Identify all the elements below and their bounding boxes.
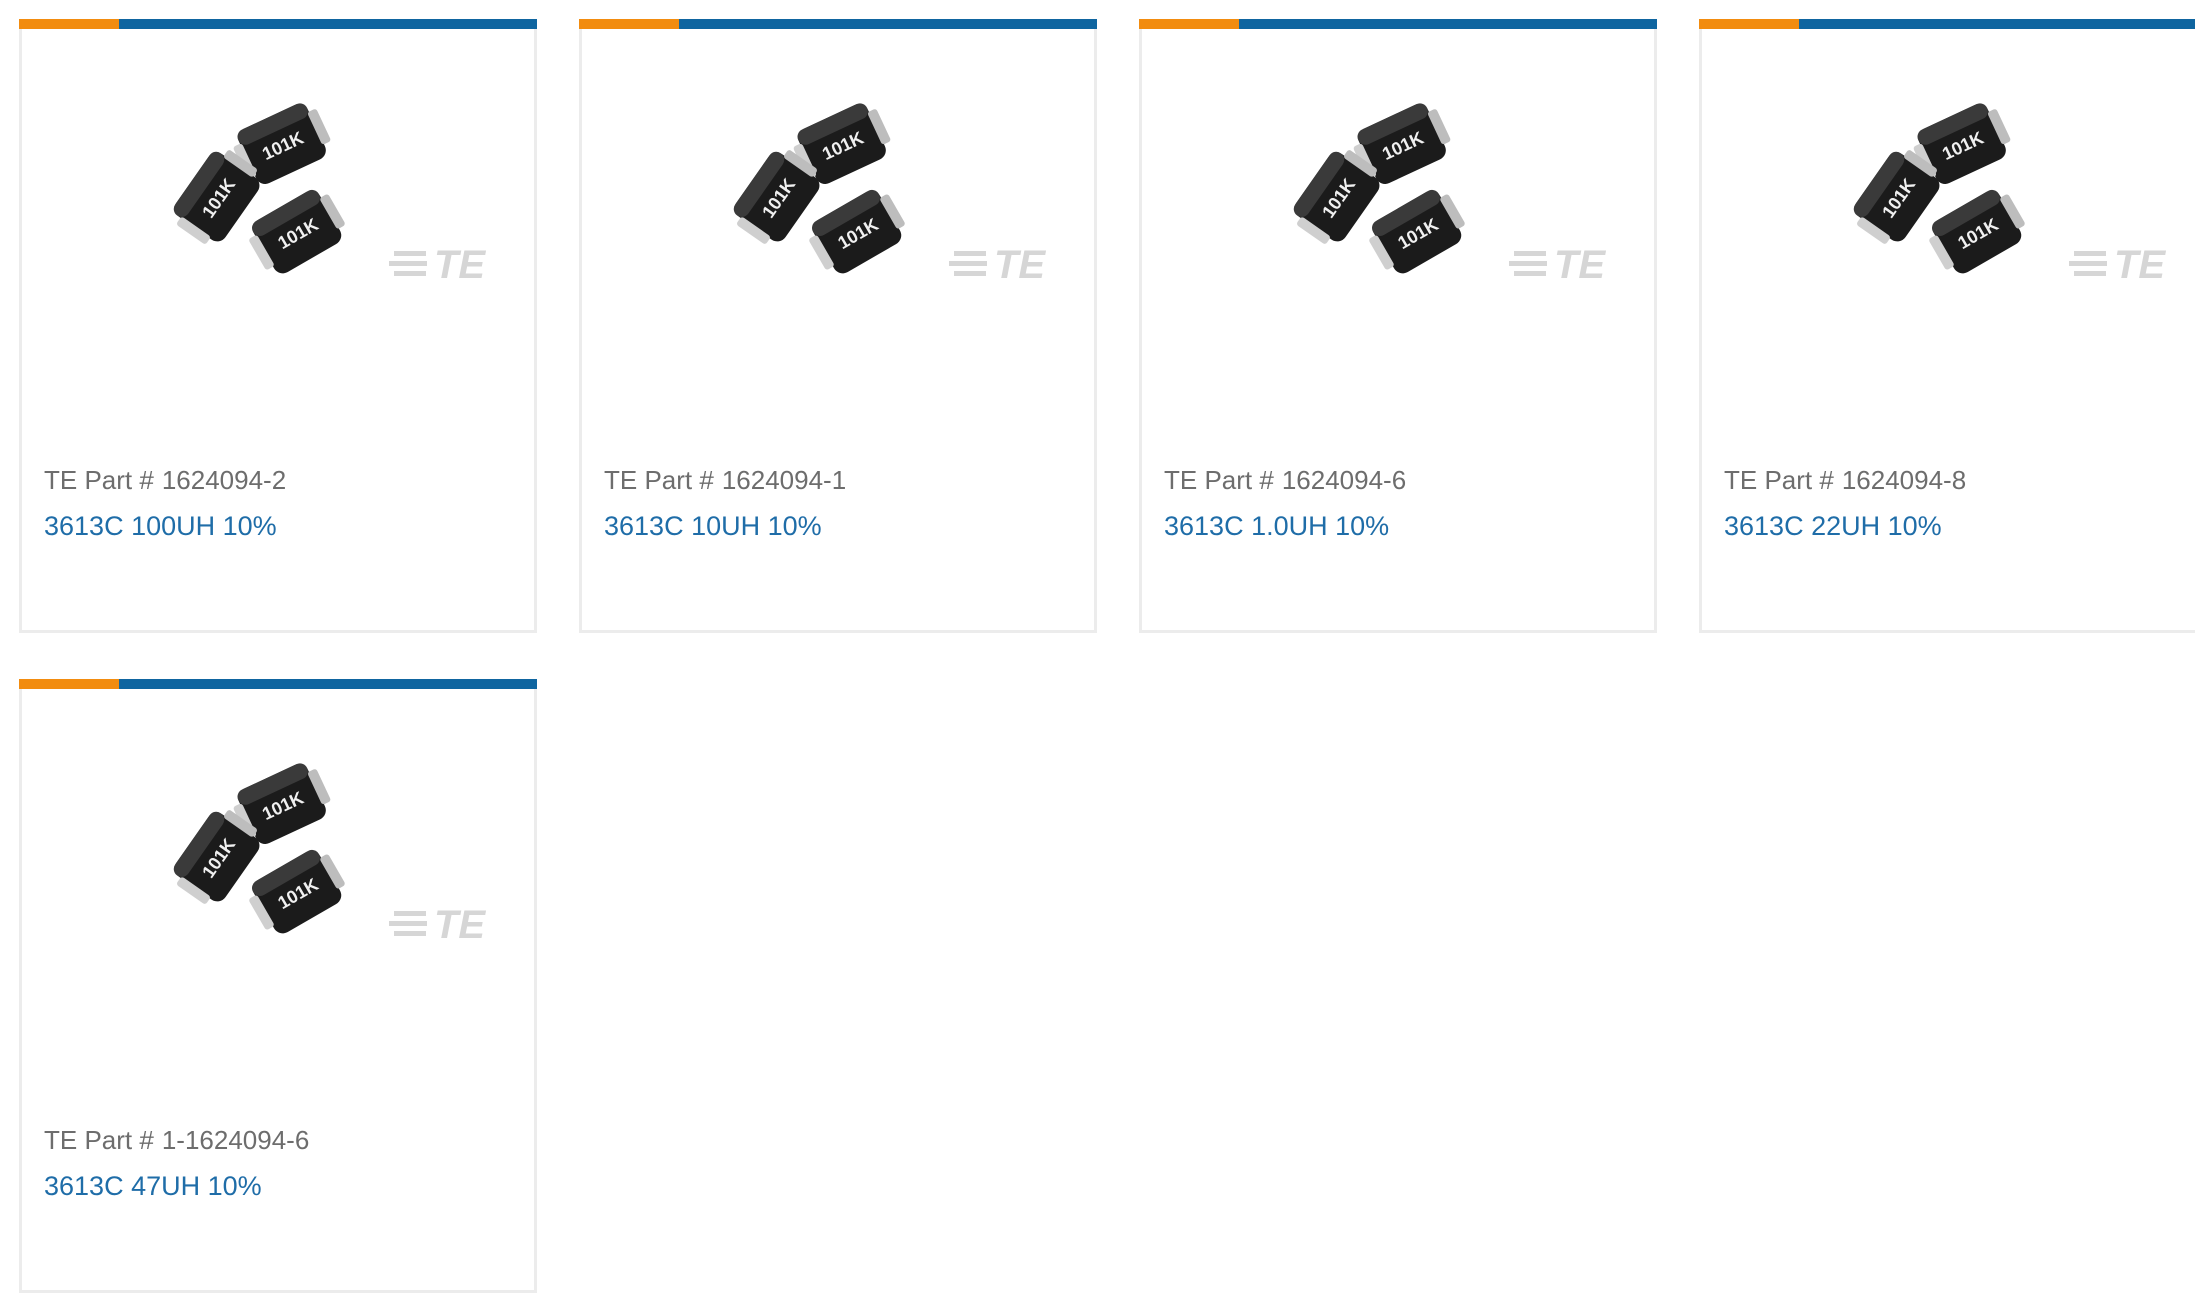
svg-text:TE: TE <box>1554 243 1606 287</box>
product-title-link[interactable]: 3613C 100UH 10% <box>44 511 277 542</box>
inductor-product-image[interactable]: TE <box>172 749 522 979</box>
part-number: 1624094-6 <box>1281 465 1407 495</box>
product-title-link[interactable]: 3613C 1.0UH 10% <box>1164 511 1389 542</box>
card-accent-bar <box>19 679 537 689</box>
card-accent-bar <box>579 19 1097 29</box>
part-number: 1624094-1 <box>721 465 847 495</box>
card-accent-bar <box>1699 19 2195 29</box>
part-number: 1-1624094-6 <box>161 1125 310 1155</box>
svg-text:TE: TE <box>434 243 486 287</box>
te-logo-icon: TE <box>1509 243 1606 287</box>
part-number-label: TE Part #1624094-2 <box>44 465 286 496</box>
part-prefix: TE Part # <box>44 465 154 495</box>
inductor-product-image[interactable]: TE <box>732 89 1082 319</box>
product-card[interactable]: TE TE Part #1624094-1 3613C 10UH 10% <box>579 19 1097 633</box>
product-title-link[interactable]: 3613C 10UH 10% <box>604 511 822 542</box>
product-card[interactable]: TE TE Part #1-1624094-6 3613C 47UH 10% <box>19 679 537 1293</box>
part-number-label: TE Part #1624094-6 <box>1164 465 1406 496</box>
part-prefix: TE Part # <box>1724 465 1834 495</box>
part-number-label: TE Part #1624094-1 <box>604 465 846 496</box>
te-logo-icon: TE <box>389 243 486 287</box>
product-card[interactable]: TE TE Part #1624094-6 3613C 1.0UH 10% <box>1139 19 1657 633</box>
inductor-product-image[interactable]: TE <box>1292 89 1642 319</box>
svg-text:TE: TE <box>2114 243 2166 287</box>
card-accent-bar <box>1139 19 1657 29</box>
svg-text:TE: TE <box>994 243 1046 287</box>
part-number-label: TE Part #1624094-8 <box>1724 465 1966 496</box>
inductor-product-image[interactable]: TE <box>172 89 522 319</box>
svg-text:TE: TE <box>434 903 486 947</box>
product-title-link[interactable]: 3613C 47UH 10% <box>44 1171 262 1202</box>
te-logo-icon: TE <box>949 243 1046 287</box>
product-card[interactable]: TE TE Part #1624094-8 3613C 22UH 10% <box>1699 19 2195 633</box>
inductor-product-image[interactable]: TE <box>1852 89 2195 319</box>
part-number: 1624094-8 <box>1841 465 1967 495</box>
part-number-label: TE Part #1-1624094-6 <box>44 1125 309 1156</box>
part-number: 1624094-2 <box>161 465 287 495</box>
te-logo-icon: TE <box>2069 243 2166 287</box>
part-prefix: TE Part # <box>1164 465 1274 495</box>
card-accent-bar <box>19 19 537 29</box>
product-card[interactable]: TE TE Part #1624094-2 3613C 100UH 10% <box>19 19 537 633</box>
te-logo-icon: TE <box>389 903 486 947</box>
product-title-link[interactable]: 3613C 22UH 10% <box>1724 511 1942 542</box>
part-prefix: TE Part # <box>604 465 714 495</box>
part-prefix: TE Part # <box>44 1125 154 1155</box>
